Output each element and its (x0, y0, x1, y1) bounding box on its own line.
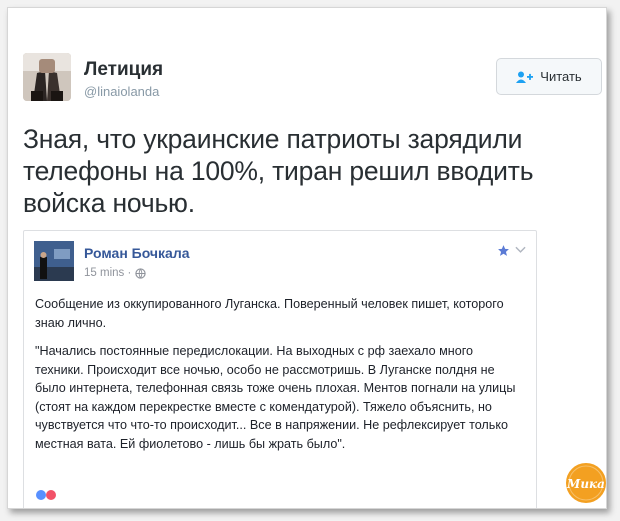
star-icon[interactable] (497, 244, 510, 257)
svg-text:Мика: Мика (566, 477, 605, 491)
post-paragraph-quote: "Начались постоянные передислокации. На … (35, 344, 516, 451)
watermark-logo: Мика (564, 461, 606, 505)
author-name[interactable]: Роман Бочкала (84, 245, 190, 261)
tweet-card: Летиция @linaiolanda Читать Зная, что ук… (7, 7, 607, 509)
chevron-down-icon[interactable] (515, 246, 526, 254)
follow-button-label: Читать (540, 69, 582, 84)
embedded-facebook-post[interactable]: Роман Бочкала 15 mins · Сообщение из окк… (23, 230, 537, 508)
follow-user-icon (516, 71, 534, 83)
author-avatar[interactable] (34, 241, 74, 281)
follow-button[interactable]: Читать (496, 58, 602, 95)
post-body: Сообщение из оккупированного Луганска. П… (35, 295, 525, 463)
reaction-icons[interactable] (35, 489, 65, 501)
post-time: 15 mins · (84, 267, 132, 279)
globe-icon (135, 267, 146, 279)
display-name[interactable]: Летиция (84, 59, 163, 81)
post-paragraph-intro: Сообщение из оккупированного Луганска. П… (35, 297, 504, 330)
tweet-text: Зная, что украинские патриоты зарядили т… (23, 124, 534, 218)
user-avatar[interactable] (23, 53, 71, 101)
user-handle[interactable]: @linaiolanda (84, 84, 159, 99)
post-timestamp[interactable]: 15 mins · (84, 267, 146, 279)
